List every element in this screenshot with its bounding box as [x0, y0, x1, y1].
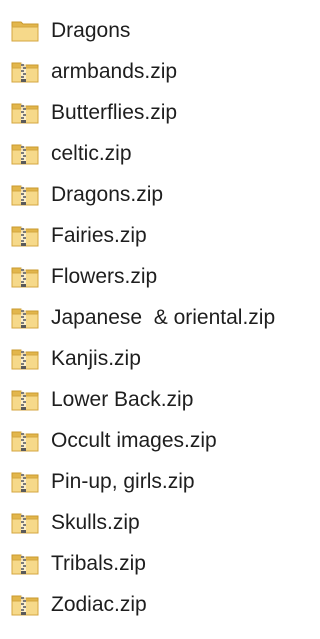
zip-folder-icon: [11, 388, 39, 412]
file-item-skulls-zip[interactable]: Skulls.zip: [0, 504, 308, 545]
file-item-butterflies-zip[interactable]: Butterflies.zip: [0, 94, 308, 135]
zip-folder-icon: [11, 593, 39, 617]
file-list: Dragons armbands.zip Butterflies.zip cel…: [0, 12, 308, 627]
file-item-japanese-oriental-zip[interactable]: Japanese & oriental.zip: [0, 299, 308, 340]
file-item-occult-images-zip[interactable]: Occult images.zip: [0, 422, 308, 463]
file-name: Flowers.zip: [51, 265, 158, 288]
file-name: Zodiac.zip: [51, 593, 147, 616]
file-name: Dragons.zip: [51, 183, 164, 206]
file-item-celtic-zip[interactable]: celtic.zip: [0, 135, 308, 176]
file-name: Kanjis.zip: [51, 347, 141, 370]
file-item-lower-back-zip[interactable]: Lower Back.zip: [0, 381, 308, 422]
zip-folder-icon: [11, 347, 39, 371]
file-name: Skulls.zip: [51, 511, 140, 534]
file-name: Tribals.zip: [51, 552, 146, 575]
file-name: Occult images.zip: [51, 429, 217, 452]
file-item-zodiac-zip[interactable]: Zodiac.zip: [0, 586, 308, 627]
zip-folder-icon: [11, 101, 39, 125]
zip-folder-icon: [11, 60, 39, 84]
file-name: Dragons: [51, 19, 131, 42]
file-item-armbands-zip[interactable]: armbands.zip: [0, 53, 308, 94]
file-name: Butterflies.zip: [51, 101, 178, 124]
zip-folder-icon: [11, 306, 39, 330]
zip-folder-icon: [11, 511, 39, 535]
file-item-dragons-folder[interactable]: Dragons: [0, 12, 308, 53]
file-name: celtic.zip: [51, 142, 132, 165]
zip-folder-icon: [11, 429, 39, 453]
zip-folder-icon: [11, 265, 39, 289]
file-item-pin-up-girls-zip[interactable]: Pin-up, girls.zip: [0, 463, 308, 504]
file-name: Japanese & oriental.zip: [51, 306, 276, 329]
file-item-kanjis-zip[interactable]: Kanjis.zip: [0, 340, 308, 381]
file-item-tribals-zip[interactable]: Tribals.zip: [0, 545, 308, 586]
zip-folder-icon: [11, 552, 39, 576]
zip-folder-icon: [11, 183, 39, 207]
file-item-dragons-zip[interactable]: Dragons.zip: [0, 176, 308, 217]
zip-folder-icon: [11, 224, 39, 248]
zip-folder-icon: [11, 142, 39, 166]
file-item-fairies-zip[interactable]: Fairies.zip: [0, 217, 308, 258]
file-item-flowers-zip[interactable]: Flowers.zip: [0, 258, 308, 299]
folder-icon: [11, 19, 39, 43]
file-name: armbands.zip: [51, 60, 178, 83]
zip-folder-icon: [11, 470, 39, 494]
file-name: Pin-up, girls.zip: [51, 470, 195, 493]
file-name: Lower Back.zip: [51, 388, 194, 411]
file-name: Fairies.zip: [51, 224, 147, 247]
